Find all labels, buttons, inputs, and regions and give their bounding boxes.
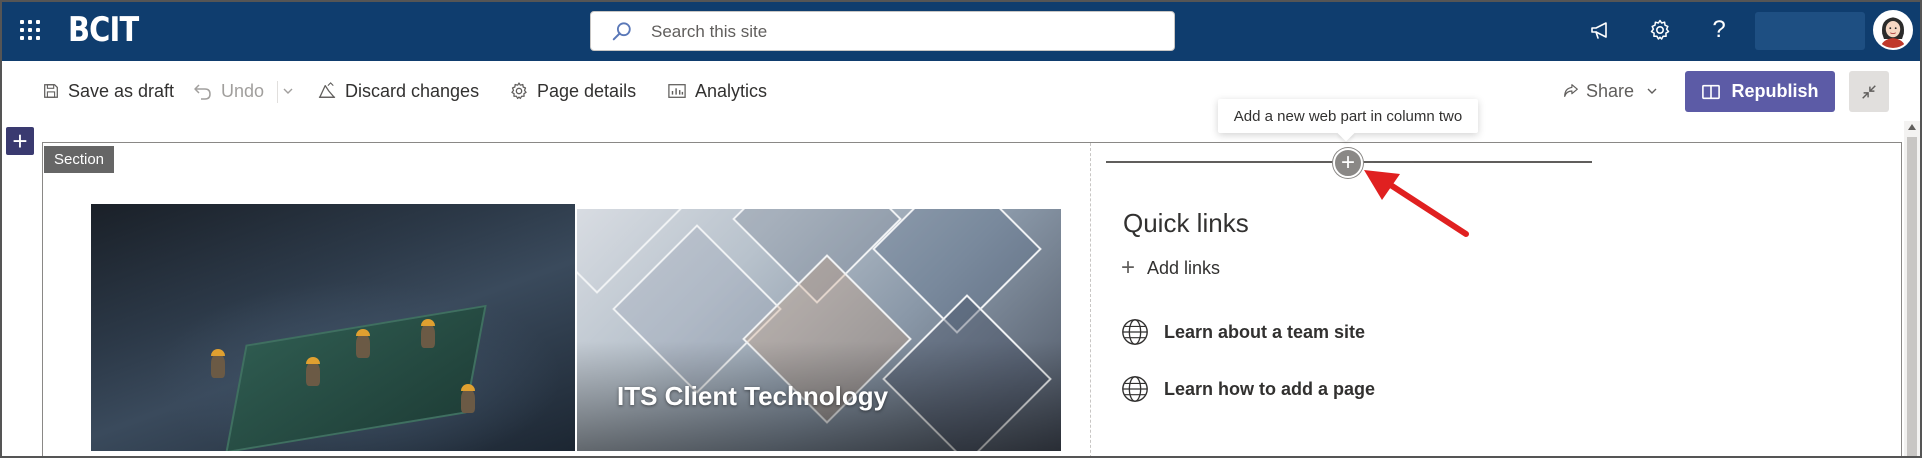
globe-icon — [1122, 376, 1148, 402]
add-links-label: Add links — [1147, 257, 1221, 278]
hero-tile-2-title[interactable]: ITS Client Technology — [617, 381, 888, 412]
help-icon[interactable]: ? — [1704, 15, 1734, 45]
analytics-button[interactable]: Analytics — [667, 78, 767, 104]
app-launcher-icon[interactable] — [18, 18, 42, 42]
analytics-label: Analytics — [695, 80, 768, 101]
add-webpart-tooltip: Add a new web part in column two — [1218, 99, 1478, 133]
hero-tile-1[interactable] — [91, 204, 575, 451]
quick-link-item[interactable]: Learn about a team site — [1120, 315, 1365, 349]
page-details-label: Page details — [537, 80, 637, 101]
quick-links-title: Quick links — [1123, 208, 1249, 238]
circuit-board-image — [225, 304, 487, 451]
search-box[interactable]: Search this site — [590, 11, 1175, 51]
user-name-redacted — [1755, 12, 1865, 50]
site-logo[interactable]: BCIT — [68, 10, 139, 50]
gear-icon[interactable] — [1645, 15, 1675, 45]
suite-bar: BCIT Search this site ? — [0, 0, 1922, 61]
scrollbar-thumb[interactable] — [1907, 137, 1917, 458]
gear-icon — [511, 82, 527, 100]
column-divider — [1090, 143, 1091, 458]
avatar[interactable] — [1873, 10, 1913, 50]
share-label: Share — [1586, 80, 1635, 101]
globe-icon — [1122, 319, 1148, 345]
discard-icon — [318, 82, 336, 98]
annotation-arrow-icon — [1364, 170, 1469, 237]
republish-button[interactable]: Republish — [1685, 71, 1835, 112]
share-button[interactable]: Share — [1562, 78, 1658, 104]
search-icon — [612, 22, 631, 41]
search-placeholder: Search this site — [651, 22, 768, 41]
chevron-down-icon — [1647, 88, 1657, 94]
quick-link-item[interactable]: Learn how to add a page — [1120, 372, 1375, 406]
discard-changes-button[interactable]: Discard changes — [317, 78, 479, 104]
save-as-draft-label: Save as draft — [68, 80, 175, 101]
collapse-icon — [1862, 84, 1876, 99]
undo-label: Undo — [221, 80, 265, 101]
plus-icon: + — [1121, 254, 1136, 281]
undo-divider — [277, 81, 278, 103]
section-tag[interactable]: Section — [44, 146, 114, 173]
undo-button[interactable]: Undo — [193, 78, 264, 104]
quick-link-label: Learn about a team site — [1164, 321, 1366, 342]
scroll-up-arrow-icon[interactable] — [1908, 124, 1916, 130]
add-section-button[interactable]: + — [6, 127, 34, 155]
save-icon — [44, 84, 58, 98]
page-details-button[interactable]: Page details — [509, 78, 636, 104]
add-links-button[interactable]: + Add links — [1121, 254, 1220, 282]
command-bar: Save as draft Undo Discard changes Page … — [0, 61, 1922, 121]
discard-changes-label: Discard changes — [345, 80, 480, 101]
hero-tile-2[interactable]: ITS Client Technology — [577, 209, 1061, 451]
share-icon — [1564, 84, 1578, 97]
quick-link-label: Learn how to add a page — [1164, 378, 1376, 399]
book-icon — [1702, 84, 1721, 99]
republish-label: Republish — [1731, 81, 1819, 101]
chevron-down-icon — [283, 88, 293, 94]
save-as-draft-button[interactable]: Save as draft — [42, 78, 174, 104]
collapse-button[interactable] — [1849, 71, 1889, 112]
megaphone-icon[interactable] — [1586, 15, 1616, 45]
undo-dropdown[interactable] — [282, 78, 302, 104]
undo-icon — [194, 84, 211, 100]
analytics-icon — [668, 84, 686, 98]
scrollbar[interactable] — [1904, 121, 1920, 458]
